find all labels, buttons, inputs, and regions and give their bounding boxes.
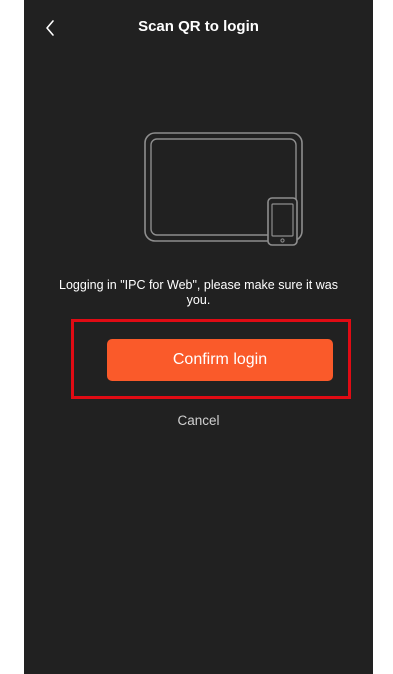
- login-message: Logging in "IPC for Web", please make su…: [59, 278, 338, 307]
- header-bar: Scan QR to login: [24, 0, 373, 56]
- cancel-button[interactable]: Cancel: [24, 412, 373, 430]
- phone-icon: [267, 197, 298, 246]
- confirm-login-button[interactable]: Confirm login: [107, 339, 333, 381]
- device-illustration: [144, 132, 303, 246]
- scan-qr-login-screen: Scan QR to login Logging in "IPC for Web…: [24, 0, 373, 674]
- page-title: Scan QR to login: [138, 18, 259, 35]
